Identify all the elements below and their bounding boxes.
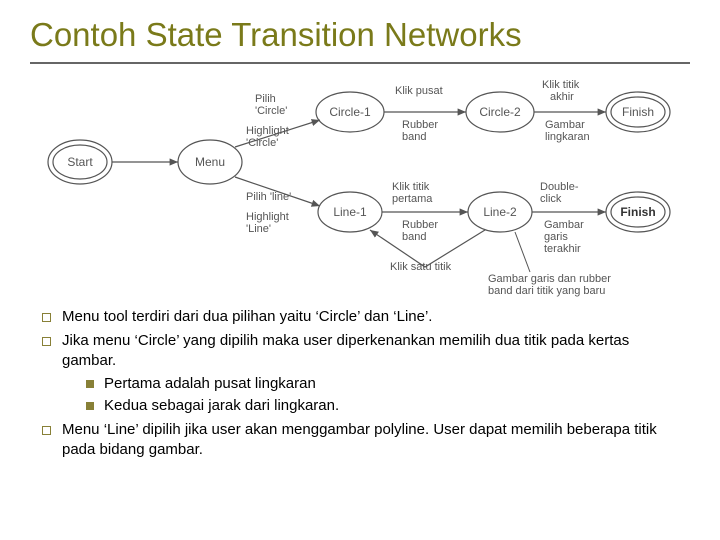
edge-rubber1b: band — [402, 131, 426, 143]
bullet-3: Menu ‘Line’ dipilih jika user akan mengg… — [40, 420, 680, 461]
edge-garis-a: Gambar — [544, 219, 584, 231]
edge-rubberloop-a: Gambar garis dan rubber — [488, 273, 611, 285]
node-start: Start — [67, 155, 93, 169]
bullet-2a-text: Pertama adalah pusat lingkaran — [104, 375, 316, 392]
edge-klik-pertama-b: pertama — [392, 193, 433, 205]
edge-klik-titik: Klik titik — [542, 79, 580, 91]
bullet-1: Menu tool terdiri dari dua pilihan yaitu… — [40, 307, 680, 327]
node-finish-top: Finish — [622, 105, 654, 119]
bullet-3-text: Menu ‘Line’ dipilih jika user akan mengg… — [62, 421, 657, 458]
edge-garis-c: terakhir — [544, 243, 581, 255]
edge-garis-b: garis — [544, 231, 568, 243]
edge-hl-circle-2: 'Circle' — [246, 137, 278, 149]
edge-dbl-b: click — [540, 193, 562, 205]
node-line2: Line-2 — [483, 205, 517, 219]
node-line1: Line-1 — [333, 205, 367, 219]
bullet-2-text: Jika menu ‘Circle’ yang dipilih maka use… — [62, 332, 629, 369]
edge-klik-pertama-a: Klik titik — [392, 181, 430, 193]
slide: Contoh State Transition Networks Start M… — [0, 0, 720, 540]
slide-title: Contoh State Transition Networks — [30, 16, 690, 54]
node-finish-bottom: Finish — [620, 205, 655, 219]
edge-pilih-line: Pilih 'line' — [246, 191, 291, 203]
edge-hl-line-b: 'Line' — [246, 223, 271, 235]
edge-hl-line-a: Highlight — [246, 211, 289, 223]
bullet-2a: Pertama adalah pusat lingkaran — [86, 374, 680, 394]
edge-rubber1a: Rubber — [402, 119, 438, 131]
bullet-2b-text: Kedua sebagai jarak dari lingkaran. — [104, 397, 339, 414]
edge-rubber2a: Rubber — [402, 219, 438, 231]
edge-klik-akhir: akhir — [550, 91, 574, 103]
edge-rubberloop-b: band dari titik yang baru — [488, 285, 605, 297]
node-circle2: Circle-2 — [479, 105, 521, 119]
bullet-1-text: Menu tool terdiri dari dua pilihan yaitu… — [62, 308, 432, 325]
edge-gambar-ling-b: lingkaran — [545, 131, 590, 143]
node-circle1: Circle-1 — [329, 105, 371, 119]
state-transition-diagram: Start Menu Circle-1 Circle-2 Finish Line… — [30, 72, 690, 297]
edge-pilih-circle-2: 'Circle' — [255, 105, 287, 117]
bullet-2b: Kedua sebagai jarak dari lingkaran. — [86, 396, 680, 416]
horizontal-rule — [30, 62, 690, 64]
edge-dbl-a: Double- — [540, 181, 579, 193]
edge-gambar-ling-a: Gambar — [545, 119, 585, 131]
edge-klik-pusat: Klik pusat — [395, 85, 443, 97]
edge-klik-satu: Klik satu titik — [390, 261, 452, 273]
edge-rubber2b: band — [402, 231, 426, 243]
bullet-2: Jika menu ‘Circle’ yang dipilih maka use… — [40, 331, 680, 416]
edge-hl-circle-1: Highlight — [246, 125, 289, 137]
edge-pilih-circle-1: Pilih — [255, 93, 276, 105]
node-menu: Menu — [195, 155, 225, 169]
body-text: Menu tool terdiri dari dua pilihan yaitu… — [30, 307, 690, 461]
